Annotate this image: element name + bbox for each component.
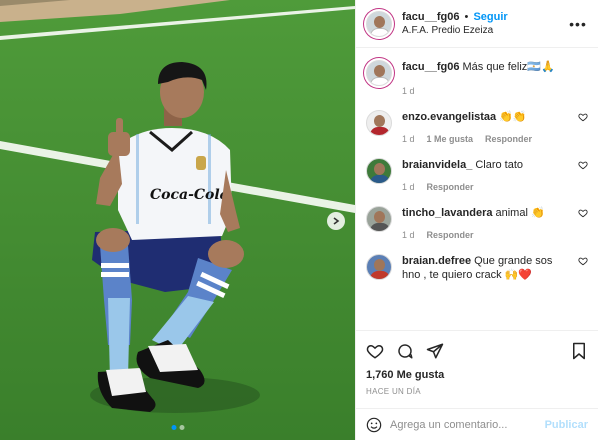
comments-list: facu__fg06 Más que feliz🇦🇷🙏 1 d enzo.evan… — [356, 48, 598, 330]
like-comment-heart-icon[interactable] — [578, 256, 588, 266]
like-heart-icon[interactable] — [366, 342, 384, 360]
chevron-right-icon — [333, 217, 340, 225]
comment-item: braianvidela_ Claro tato 1 d Responder — [366, 158, 588, 194]
comment-item: tincho_lavandera animal 👏 1 d Responder — [366, 206, 588, 242]
more-options-button[interactable]: ••• — [568, 16, 588, 32]
jersey-sponsor: Coca-Cola — [150, 187, 229, 203]
caption-username[interactable]: facu__fg06 — [402, 61, 459, 73]
soccer-player-photo: Coca-Cola — [0, 0, 355, 440]
like-comment-heart-icon[interactable] — [578, 112, 588, 122]
comment-input[interactable] — [390, 418, 545, 431]
comment-username[interactable]: braian.defree — [402, 255, 471, 267]
like-comment-heart-icon[interactable] — [578, 208, 588, 218]
avatar[interactable] — [366, 110, 392, 136]
comment-text: 👏👏 — [499, 111, 527, 123]
post-photo[interactable]: Coca-Cola — [0, 0, 355, 440]
emoji-smiley-icon[interactable] — [366, 417, 382, 433]
comment-username[interactable]: braianvidela_ — [402, 159, 472, 171]
reply-button[interactable]: Responder — [485, 132, 532, 146]
caption-time[interactable]: 1 d — [402, 84, 415, 98]
comment-time[interactable]: 1 d — [402, 132, 415, 146]
comment-username[interactable]: enzo.evangelistaa — [402, 111, 496, 123]
post-header: facu__fg06 • Seguir A.F.A. Predio Ezeiza… — [356, 0, 598, 48]
avatar[interactable] — [366, 206, 392, 232]
carousel-dot — [179, 425, 184, 430]
follow-button[interactable]: Seguir — [473, 11, 507, 23]
like-comment-heart-icon[interactable] — [578, 160, 588, 170]
comment-time[interactable]: 1 d — [402, 180, 415, 194]
avatar[interactable] — [366, 10, 392, 37]
comment-text: Claro tato — [475, 159, 524, 171]
add-comment-bar: Publicar — [356, 408, 598, 440]
comment-item: braian.defree Que grande sos hno , te qui… — [366, 254, 588, 282]
comment-username[interactable]: tincho_lavandera — [402, 207, 492, 219]
author-username[interactable]: facu__fg06 — [402, 11, 459, 23]
comment-time[interactable]: 1 d — [402, 228, 415, 242]
comment-bubble-icon[interactable] — [396, 342, 414, 360]
reply-button[interactable]: Responder — [427, 228, 474, 242]
caption-text: Más que feliz🇦🇷🙏 — [462, 61, 555, 73]
avatar[interactable] — [366, 158, 392, 184]
avatar[interactable] — [366, 254, 392, 280]
avatar[interactable] — [366, 60, 392, 86]
publish-button[interactable]: Publicar — [545, 419, 588, 431]
post-side-panel: facu__fg06 • Seguir A.F.A. Predio Ezeiza… — [355, 0, 598, 440]
instagram-post: Coca-Cola facu__fg06 • Seguir A.F.A. Pre… — [0, 0, 598, 440]
bookmark-icon[interactable] — [570, 342, 588, 360]
caption: facu__fg06 Más que feliz🇦🇷🙏 1 d — [366, 60, 588, 98]
post-location[interactable]: A.F.A. Predio Ezeiza — [402, 24, 568, 38]
next-photo-button[interactable] — [327, 212, 345, 230]
post-timestamp[interactable]: HACE UN DÍA — [366, 387, 588, 396]
comment-item: enzo.evangelistaa 👏👏 1 d 1 Me gusta Respo… — [366, 110, 588, 146]
separator: • — [464, 10, 469, 23]
reply-button[interactable]: Responder — [427, 180, 474, 194]
comment-likes[interactable]: 1 Me gusta — [427, 132, 474, 146]
header-text: facu__fg06 • Seguir A.F.A. Predio Ezeiza — [402, 10, 568, 38]
share-send-icon[interactable] — [426, 342, 444, 360]
more-horizontal-icon: ••• — [569, 15, 587, 32]
comment-text: animal 👏 — [495, 207, 545, 219]
carousel-indicator — [171, 425, 184, 430]
likes-count[interactable]: 1,760 Me gusta — [366, 369, 588, 381]
carousel-dot — [171, 425, 176, 430]
action-icons — [366, 339, 588, 363]
